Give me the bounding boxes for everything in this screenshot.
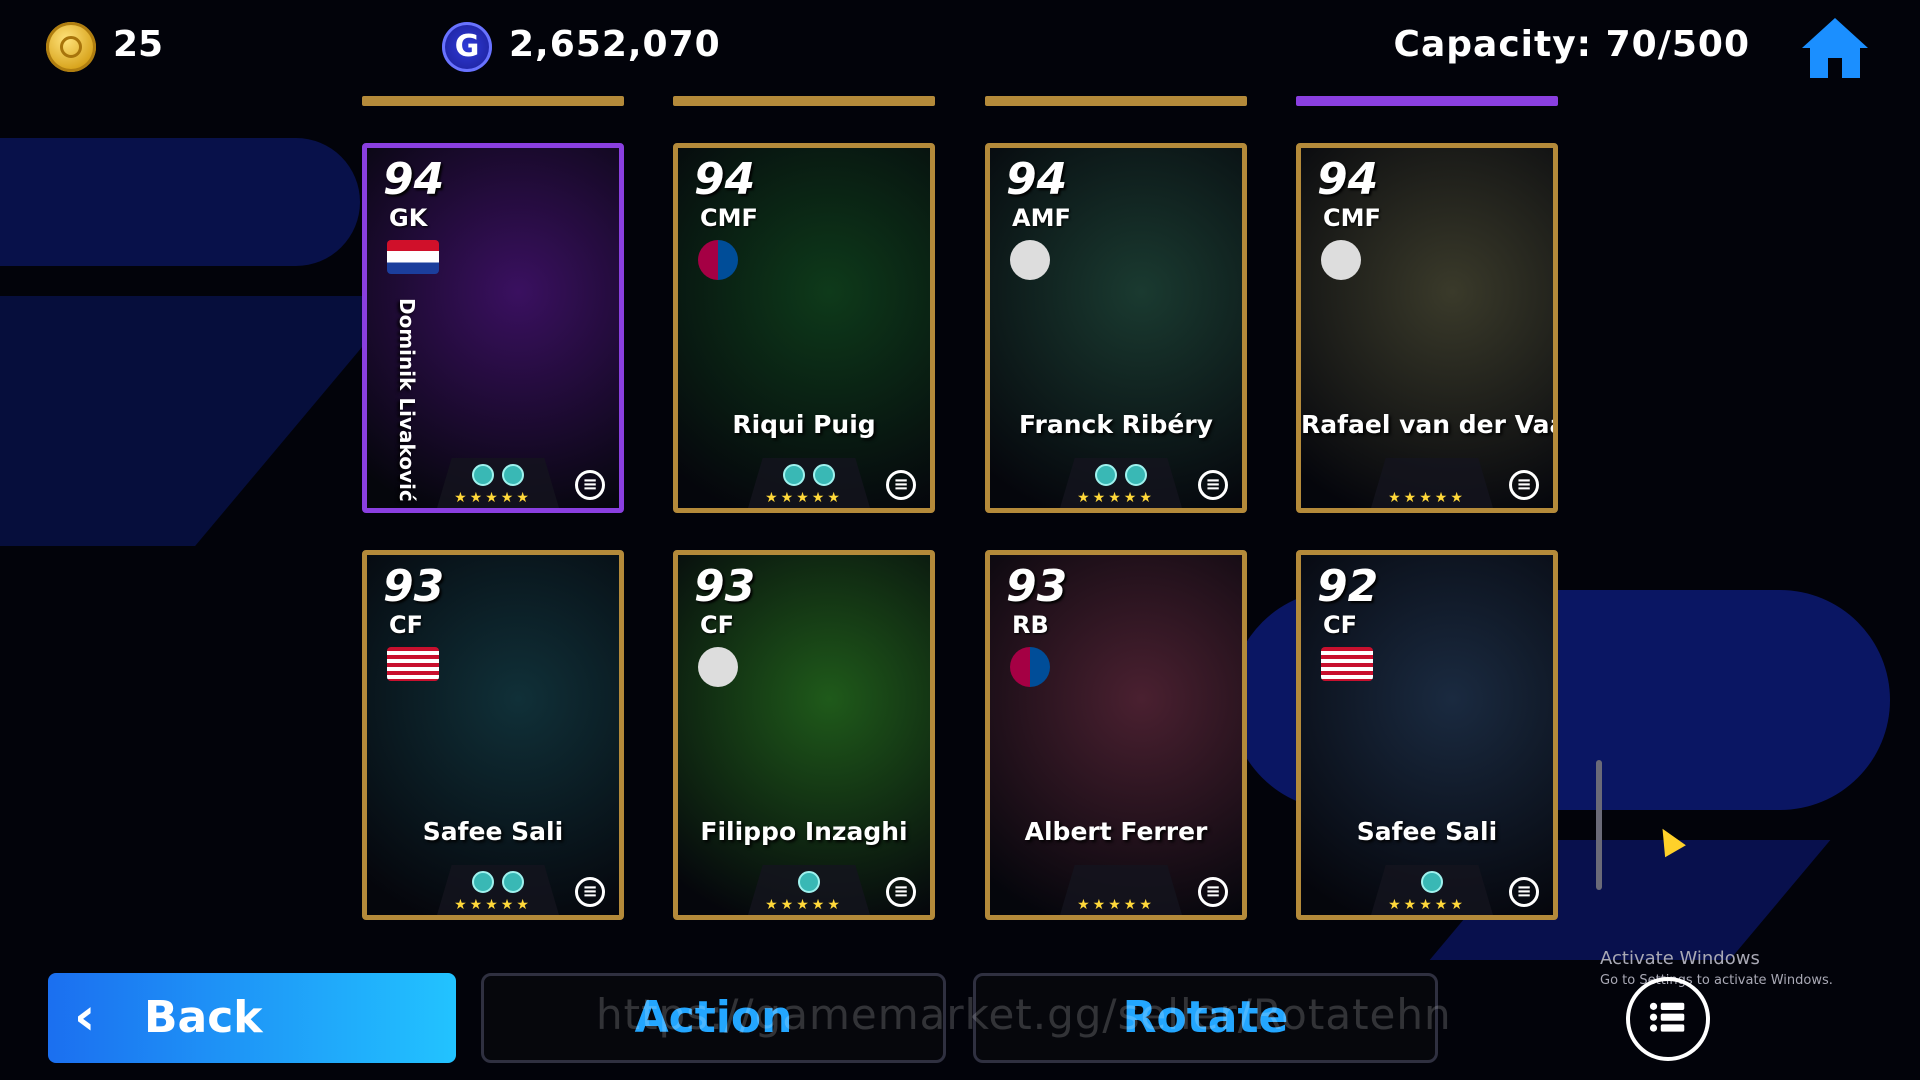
card-rating: 94 [383, 154, 445, 205]
club-crest-icon [698, 647, 738, 687]
coin-count: 25 [113, 24, 164, 65]
card-position: GK [389, 204, 428, 232]
efootball-logo-icon: ≡ [1509, 877, 1539, 907]
top-bar: 25 G 2,652,070 Capacity: 70/500 [0, 0, 1920, 95]
background-shape [0, 296, 405, 546]
card-rating: 94 [1317, 154, 1379, 205]
player-card[interactable]: 93 CF Filippo Inzaghi ★★★★★ ≡ [673, 550, 935, 920]
card-edge [985, 96, 1247, 106]
card-rating: 93 [694, 561, 756, 612]
activate-subtitle: Go to Settings to activate Windows. [1600, 973, 1833, 988]
back-button[interactable]: ‹ Back [48, 973, 456, 1063]
back-label: Back [144, 992, 263, 1043]
coin-icon [46, 22, 96, 72]
card-player-name: Dominik Livaković [395, 298, 419, 502]
skill-icon [783, 464, 805, 486]
card-player-name: Riqui Puig [732, 410, 876, 439]
player-card[interactable]: 94 AMF Franck Ribéry ★★★★★ ≡ [985, 143, 1247, 513]
skill-icon [472, 871, 494, 893]
efootball-logo-icon: ≡ [1509, 470, 1539, 500]
efootball-logo-icon: ≡ [886, 470, 916, 500]
efootball-logo-icon: ≡ [575, 877, 605, 907]
list-menu-icon[interactable] [1626, 977, 1710, 1061]
efootball-logo-icon: ≡ [1198, 470, 1228, 500]
card-position: RB [1012, 611, 1049, 639]
background-shape [0, 138, 360, 266]
capacity-label: Capacity: 70/500 [1393, 24, 1750, 65]
croatia-flag-icon [387, 240, 439, 274]
gp-icon: G [442, 22, 492, 72]
card-player-name: Safee Sali [1356, 817, 1498, 846]
efootball-logo-icon: ≡ [575, 470, 605, 500]
efootball-logo-icon: ≡ [1198, 877, 1228, 907]
card-position: CF [1323, 611, 1358, 639]
skill-icon [798, 871, 820, 893]
efootball-logo-icon: ≡ [886, 877, 916, 907]
fc-barcelona-crest-icon [698, 240, 738, 280]
player-card[interactable]: 92 CF Safee Sali ★★★★★ ≡ [1296, 550, 1558, 920]
card-edge [362, 96, 624, 106]
player-card[interactable]: 93 CF Safee Sali ★★★★★ ≡ [362, 550, 624, 920]
skill-icon [502, 871, 524, 893]
skill-icon [1095, 464, 1117, 486]
skill-icon [1421, 871, 1443, 893]
card-player-name: Franck Ribéry [1019, 410, 1213, 439]
card-position: CF [700, 611, 735, 639]
malaysia-flag-icon [387, 647, 439, 681]
player-card[interactable]: 94CMFRafael van der Vaart★★★★★≡ [1296, 143, 1558, 513]
club-crest-icon [1010, 240, 1050, 280]
skill-icon [472, 464, 494, 486]
card-player-name: Safee Sali [422, 817, 564, 846]
card-player-name: Rafael van der Vaart [1301, 410, 1553, 439]
card-position: AMF [1012, 204, 1071, 232]
club-crest-icon [1321, 240, 1361, 280]
player-card[interactable]: 94 GK Dominik Livaković ★★★★★ ≡ [362, 143, 624, 513]
chevron-left-icon: ‹ [74, 987, 96, 1047]
card-position: CMF [700, 204, 758, 232]
card-rating: 94 [1006, 154, 1068, 205]
malaysia-flag-icon [1321, 647, 1373, 681]
skill-icon [1125, 464, 1147, 486]
player-card[interactable]: 93 RB Albert Ferrer ★★★★★ ≡ [985, 550, 1247, 920]
card-player-name: Filippo Inzaghi [700, 817, 908, 846]
card-rating: 93 [383, 561, 445, 612]
skill-icon [813, 464, 835, 486]
watermark-text: https://gamemarket.gg/seller/Rotatehn [596, 990, 1452, 1039]
player-card[interactable]: 94 CMF Riqui Puig ★★★★★ ≡ [673, 143, 935, 513]
card-edge [1296, 96, 1558, 106]
card-player-name: Albert Ferrer [1024, 817, 1208, 846]
card-rating: 94 [694, 154, 756, 205]
skill-icon [502, 464, 524, 486]
card-edge [673, 96, 935, 106]
card-rating: 92 [1317, 561, 1379, 612]
gp-count: 2,652,070 [509, 24, 721, 65]
home-icon[interactable] [1800, 16, 1870, 80]
card-rating: 93 [1006, 561, 1068, 612]
scrollbar[interactable] [1596, 760, 1602, 890]
activate-windows-notice: Activate Windows Go to Settings to activ… [1600, 948, 1833, 992]
card-position: CMF [1323, 204, 1381, 232]
fc-barcelona-crest-icon [1010, 647, 1050, 687]
card-position: CF [389, 611, 424, 639]
activate-title: Activate Windows [1600, 948, 1760, 969]
